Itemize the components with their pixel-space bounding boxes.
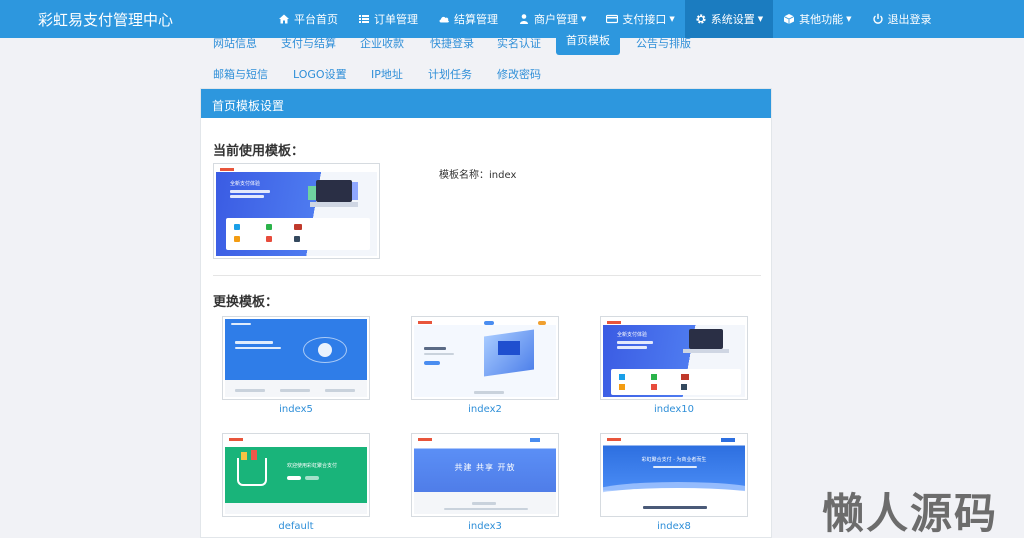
template-thumbnail-index3[interactable]: 共建 共享 开放 (411, 433, 559, 517)
template-thumbnail-index2[interactable] (411, 316, 559, 400)
tab-real-name[interactable]: 实名认证 (497, 35, 541, 51)
tab-home-template[interactable]: 首页模板 (556, 28, 620, 55)
template-thumbnail-index8[interactable]: 彩虹聚合支付 · 为商业者而生 (600, 433, 748, 517)
template-thumbnail-index10[interactable]: 全新支付体验 (600, 316, 748, 400)
panel-title: 首页模板设置 (201, 89, 771, 118)
change-template-title: 更换模板： (213, 295, 279, 310)
thumb-hero-text: 全新支付体验 (617, 332, 648, 338)
thumb-hero-text: 彩虹聚合支付 · 为商业者而生 (641, 457, 707, 463)
current-template-title: 当前使用模板： (213, 144, 305, 159)
list-icon (358, 13, 370, 25)
tab-change-password[interactable]: 修改密码 (497, 66, 541, 82)
template-thumbnail-index5[interactable] (222, 316, 370, 400)
thumb-hero-text: 共建 共享 开放 (454, 463, 516, 472)
thumb-hero-text: 全新支付体验 (230, 181, 261, 187)
nav-logout[interactable]: 退出登录 (862, 0, 942, 38)
card-icon (606, 13, 619, 25)
chevron-down-icon: ▼ (846, 15, 852, 23)
cube-icon (783, 13, 795, 25)
laptop-illustration (308, 176, 360, 214)
nav-home[interactable]: 平台首页 (268, 0, 348, 38)
template-name-index10[interactable]: index10 (599, 404, 749, 415)
tab-enterprise-collection[interactable]: 企业收款 (360, 35, 404, 51)
tab-logo[interactable]: LOGO设置 (293, 66, 347, 82)
chevron-down-icon: ▼ (581, 15, 587, 23)
top-navbar: 彩虹易支付管理中心 平台首页 订单管理 结算管理 商户管理 ▼ 支付接口 ▼ 系… (0, 0, 1024, 38)
tab-notice-layout[interactable]: 公告与排版 (636, 35, 691, 51)
chevron-down-icon: ▼ (757, 15, 764, 23)
current-template-thumbnail: 全新支付体验 (213, 163, 380, 259)
watermark-text: 懒人源码 (822, 489, 999, 538)
tab-site-info[interactable]: 网站信息 (213, 35, 257, 51)
template-name-index5[interactable]: index5 (221, 404, 371, 415)
user-icon (518, 13, 530, 25)
cart-illustration (237, 458, 267, 486)
gear-icon (695, 13, 707, 25)
template-name-index3[interactable]: index3 (410, 521, 560, 532)
brand-title[interactable]: 彩虹易支付管理中心 (38, 9, 173, 30)
tab-mail-sms[interactable]: 邮箱与短信 (213, 66, 268, 82)
tab-cron[interactable]: 计划任务 (428, 66, 472, 82)
nav-other-functions[interactable]: 其他功能 ▼ (773, 0, 861, 38)
template-name-index8[interactable]: index8 (599, 521, 749, 532)
tab-payment-settlement[interactable]: 支付与结算 (281, 35, 336, 51)
nav-orders[interactable]: 订单管理 (348, 0, 428, 38)
power-icon (872, 13, 884, 25)
current-template-name: 模板名称：index (439, 170, 517, 181)
tab-ip[interactable]: IP地址 (371, 66, 403, 82)
chevron-down-icon: ▼ (669, 15, 675, 23)
thumb-hero-text: 欢迎使用彩虹聚合支付 (287, 463, 338, 469)
cloud-icon (438, 13, 450, 25)
tab-quick-login[interactable]: 快捷登录 (430, 35, 474, 51)
nav-system-settings[interactable]: 系统设置 ▼ (684, 0, 774, 38)
template-name-index2[interactable]: index2 (410, 404, 560, 415)
nav-settlement[interactable]: 结算管理 (428, 0, 508, 38)
template-thumbnail-default[interactable]: 欢迎使用彩虹聚合支付 (222, 433, 370, 517)
template-name-default[interactable]: default (221, 521, 371, 532)
template-settings-panel: 首页模板设置 当前使用模板： 全新支付体验 模板名称：index 更换模板： i… (200, 88, 772, 538)
home-icon (278, 13, 290, 25)
section-divider (213, 275, 761, 276)
